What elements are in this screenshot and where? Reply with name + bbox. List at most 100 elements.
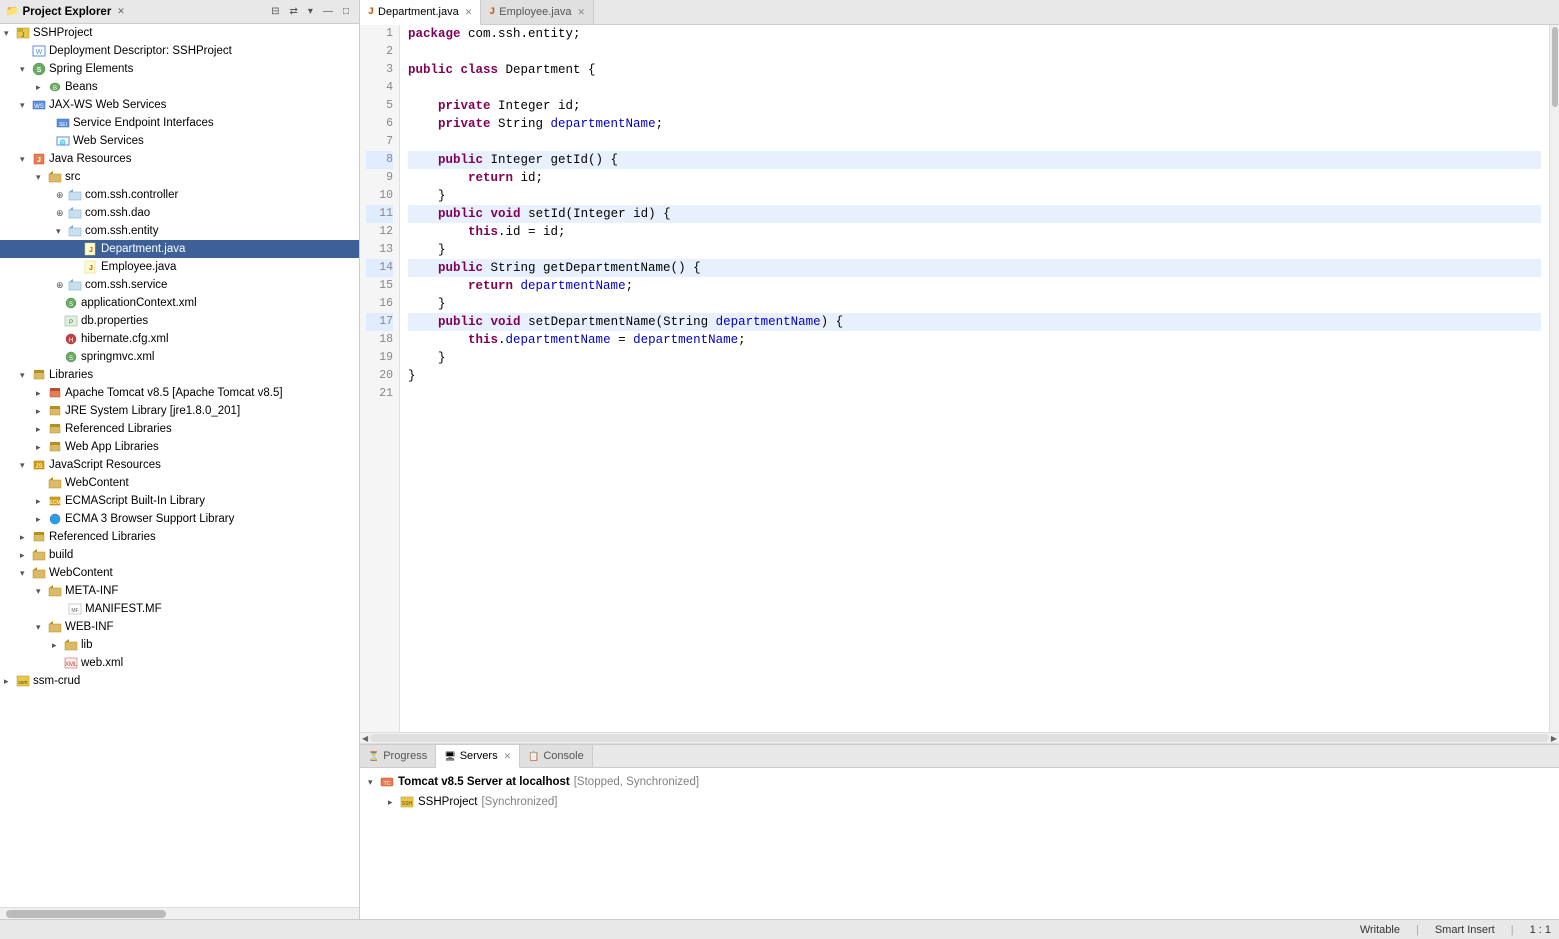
link-editor-button[interactable]: ⇄: [286, 4, 302, 19]
tree-item-web-xml[interactable]: ▸ XML web.xml: [0, 654, 359, 672]
tree-item-app-context[interactable]: ▸ S applicationContext.xml: [0, 294, 359, 312]
tab-dept-icon: J: [368, 7, 374, 18]
tab-emp[interactable]: J Employee.java ✕: [481, 0, 594, 24]
arrow-ecmascript[interactable]: ▸: [36, 496, 48, 507]
expand-tomcat[interactable]: ▾: [368, 777, 380, 788]
tree-item-pkg-service[interactable]: ⊕ com.ssh.service: [0, 276, 359, 294]
scroll-left-icon[interactable]: ◀: [362, 734, 368, 743]
label-jre: JRE System Library [jre1.8.0_201]: [65, 405, 240, 417]
tab-servers[interactable]: 🖥 Servers ✕: [436, 745, 520, 768]
code-editor[interactable]: 1 2 3 4 5 6 7 8 9 10 11 12 13 14: [360, 25, 1559, 732]
icon-lib: [64, 638, 78, 652]
panel-icon: 📁: [6, 6, 18, 17]
expand-ssh-project[interactable]: ▸: [388, 797, 400, 808]
tree-item-pkg-dao[interactable]: ⊕ com.ssh.dao: [0, 204, 359, 222]
arrow-pkg-controller[interactable]: ⊕: [56, 190, 68, 201]
tree-item-sei[interactable]: ▸ SEI Service Endpoint Interfaces: [0, 114, 359, 132]
tree-item-ecma3[interactable]: ▸ 🌐 ECMA 3 Browser Support Library: [0, 510, 359, 528]
arrow-meta-inf[interactable]: ▾: [36, 586, 48, 597]
icon-db-props: P: [64, 314, 78, 328]
tab-emp-close[interactable]: ✕: [577, 7, 585, 18]
code-content[interactable]: package com.ssh.entity; public class Dep…: [400, 25, 1549, 732]
tree-item-meta-inf[interactable]: ▾ META-INF: [0, 582, 359, 600]
tree-item-webcontent2[interactable]: ▾ WebContent: [0, 564, 359, 582]
tree-item-web-inf[interactable]: ▾ WEB-INF: [0, 618, 359, 636]
arrow-build[interactable]: ▸: [20, 550, 32, 561]
arrow-jre[interactable]: ▸: [36, 406, 48, 417]
code-line-20: }: [408, 367, 1541, 385]
arrow-pkg-dao[interactable]: ⊕: [56, 208, 68, 219]
tree-item-build[interactable]: ▸ build: [0, 546, 359, 564]
arrow-ecma3[interactable]: ▸: [36, 514, 48, 525]
tree-item-pkg-controller[interactable]: ⊕ com.ssh.controller: [0, 186, 359, 204]
tree-item-manifest[interactable]: ▸ MF MANIFEST.MF: [0, 600, 359, 618]
arrow-sshproject[interactable]: ▾: [4, 28, 16, 39]
arrow-src[interactable]: ▾: [36, 172, 48, 183]
tab-servers-icon: 🖥: [444, 751, 455, 762]
tree-item-emp-java[interactable]: ▸ J Employee.java: [0, 258, 359, 276]
arrow-jaxws[interactable]: ▾: [20, 100, 32, 111]
arrow-ref-libs[interactable]: ▸: [36, 424, 48, 435]
arrow-java-resources[interactable]: ▾: [20, 154, 32, 165]
tree-item-webservices[interactable]: ▸ 🌐 Web Services: [0, 132, 359, 150]
tree-item-jre[interactable]: ▸ JRE System Library [jre1.8.0_201]: [0, 402, 359, 420]
tree-item-deploy-desc[interactable]: ▸ W Deployment Descriptor: SSHProject: [0, 42, 359, 60]
arrow-web-inf[interactable]: ▾: [36, 622, 48, 633]
tab-servers-close[interactable]: ✕: [504, 751, 512, 762]
arrow-lib[interactable]: ▸: [52, 640, 64, 651]
tab-progress[interactable]: ⏳ Progress: [360, 745, 436, 767]
tree-item-jaxws[interactable]: ▾ WS JAX-WS Web Services: [0, 96, 359, 114]
tree-item-ref-libs2[interactable]: ▸ Referenced Libraries: [0, 528, 359, 546]
server-tomcat-status: [Stopped, Synchronized]: [574, 776, 699, 788]
arrow-ssm-crud[interactable]: ▸: [4, 676, 16, 687]
scroll-right-icon[interactable]: ▶: [1551, 734, 1557, 743]
code-line-17: public void setDepartmentName(String dep…: [408, 313, 1541, 331]
arrow-tomcat[interactable]: ▸: [36, 388, 48, 399]
tree-item-ssm-crud[interactable]: ▸ ssm ssm-crud: [0, 672, 359, 690]
arrow-webcontent2[interactable]: ▾: [20, 568, 32, 579]
arrow-js-resources[interactable]: ▾: [20, 460, 32, 471]
tab-console[interactable]: 📋 Console: [520, 745, 593, 767]
tree-item-js-resources[interactable]: ▾ JS JavaScript Resources: [0, 456, 359, 474]
bottom-tabs: ⏳ Progress 🖥 Servers ✕ 📋 Console: [360, 745, 1559, 768]
tree-item-springmvc[interactable]: ▸ S springmvc.xml: [0, 348, 359, 366]
server-item-tomcat[interactable]: ▾ TC Tomcat v8.5 Server at localhost [St…: [364, 772, 1555, 792]
code-horizontal-scrollbar[interactable]: ◀ ▶: [360, 732, 1559, 744]
tree-item-dept-java[interactable]: ▸ J Department.java: [0, 240, 359, 258]
arrow-pkg-service[interactable]: ⊕: [56, 280, 68, 291]
tree-item-java-resources[interactable]: ▾ J Java Resources: [0, 150, 359, 168]
tab-dept[interactable]: J Department.java ✕: [360, 0, 481, 25]
editor-scrollbar[interactable]: [1549, 25, 1559, 732]
arrow-webapp-libs[interactable]: ▸: [36, 442, 48, 453]
panel-header: 📁 Project Explorer ✕ ⊟ ⇄ ▾ — □: [0, 0, 359, 24]
arrow-beans[interactable]: ▸: [36, 82, 48, 93]
arrow-spring[interactable]: ▾: [20, 64, 32, 75]
tree-item-ecmascript[interactable]: ▸ ECM ECMAScript Built-In Library: [0, 492, 359, 510]
tree-item-sshproject[interactable]: ▾ J SSHProject: [0, 24, 359, 42]
tree-item-tomcat[interactable]: ▸ Apache Tomcat v8.5 [Apache Tomcat v8.5…: [0, 384, 359, 402]
server-item-sshproject[interactable]: ▸ SSH SSHProject [Synchronized]: [364, 792, 1555, 812]
tree-item-ref-libs[interactable]: ▸ Referenced Libraries: [0, 420, 359, 438]
tree-item-src[interactable]: ▾ src: [0, 168, 359, 186]
tree-item-lib[interactable]: ▸ lib: [0, 636, 359, 654]
tree-item-spring[interactable]: ▾ S Spring Elements: [0, 60, 359, 78]
arrow-libraries[interactable]: ▾: [20, 370, 32, 381]
maximize-button[interactable]: □: [339, 4, 353, 19]
arrow-pkg-entity[interactable]: ▾: [56, 226, 68, 237]
arrow-ref-libs2[interactable]: ▸: [20, 532, 32, 543]
tree-item-db-props[interactable]: ▸ P db.properties: [0, 312, 359, 330]
tree-item-libraries[interactable]: ▾ Libraries: [0, 366, 359, 384]
icon-beans: B: [48, 80, 62, 94]
tree-item-hibernate[interactable]: ▸ H hibernate.cfg.xml: [0, 330, 359, 348]
view-menu-button[interactable]: ▾: [304, 4, 317, 19]
tree-item-webcontent[interactable]: ▸ WebContent: [0, 474, 359, 492]
collapse-all-button[interactable]: ⊟: [267, 4, 283, 19]
horizontal-scrollbar[interactable]: [0, 907, 359, 919]
icon-libraries: [32, 368, 46, 382]
tree-item-webapp-libs[interactable]: ▸ Web App Libraries: [0, 438, 359, 456]
tab-dept-close[interactable]: ✕: [465, 7, 473, 18]
tree-item-beans[interactable]: ▸ B Beans: [0, 78, 359, 96]
line-num-1: 1: [366, 25, 393, 43]
minimize-button[interactable]: —: [319, 4, 337, 19]
tree-item-pkg-entity[interactable]: ▾ com.ssh.entity: [0, 222, 359, 240]
